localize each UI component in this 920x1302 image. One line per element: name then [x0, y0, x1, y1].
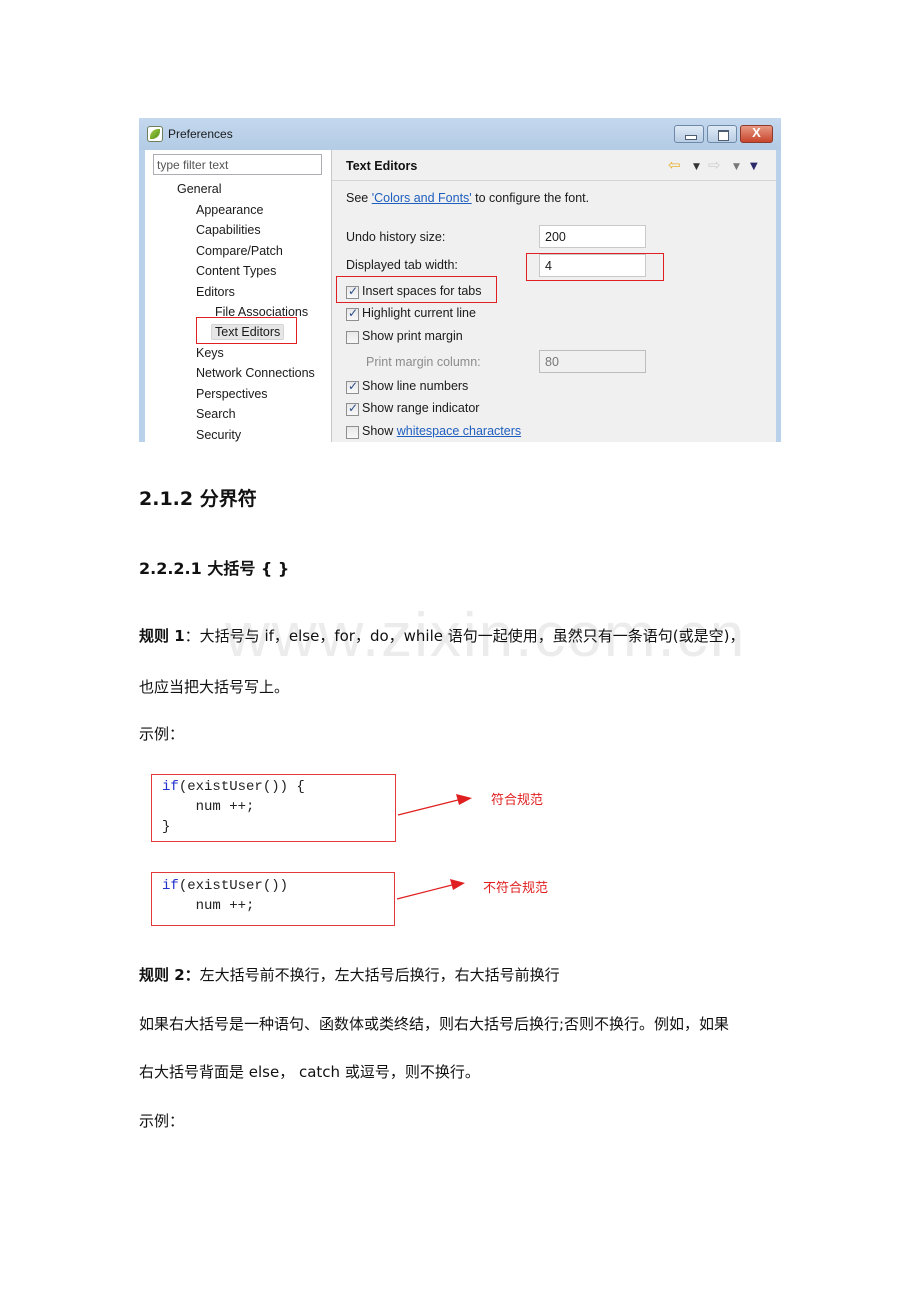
- annotation-arrows: [396, 794, 472, 900]
- rule-2-label: 规则 2：: [139, 966, 200, 984]
- arrow-noncompliant: [396, 879, 465, 900]
- example-label-2: 示例：: [139, 1112, 185, 1130]
- rule-2-line: 规则 2：左大括号前不换行，左大括号后换行，右大括号前换行: [139, 966, 560, 984]
- arrow-compliant: [397, 794, 472, 816]
- rule-2-detail-line-1: 如果右大括号是一种语句、函数体或类终结，则右大括号后换行;否则不换行。例如，如果: [139, 1015, 730, 1033]
- rule-2-detail-line-2: 右大括号背面是 else， catch 或逗号，则不换行。: [139, 1063, 480, 1081]
